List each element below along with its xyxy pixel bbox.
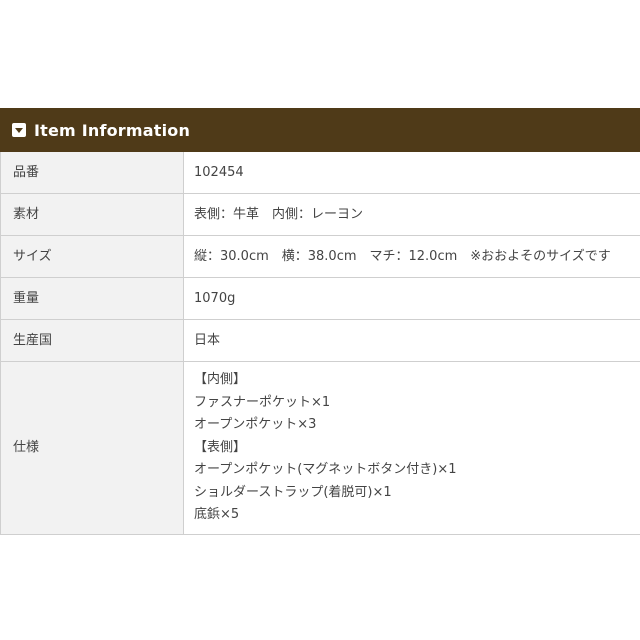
row-label: 重量 — [0, 277, 184, 320]
spec-line: 【内側】 — [194, 372, 247, 388]
table-row-item-number: 品番 102454 — [0, 152, 640, 194]
row-value-spec: 【内側】 ファスナーポケット×1 オープンポケット×3 【表側】 オープンポケッ… — [183, 361, 640, 535]
chevron-down-box-icon[interactable] — [12, 123, 26, 137]
table-row-size: サイズ 縦：30.0cm 横：38.0cm マチ：12.0cm ※おおよそのサイ… — [0, 235, 640, 278]
row-label: 素材 — [0, 193, 184, 236]
row-value: 表側：牛革 内側：レーヨン — [183, 193, 640, 236]
table-row-country: 生産国 日本 — [0, 319, 640, 362]
spec-line: 底鋲×5 — [194, 507, 240, 523]
spec-line: 【表側】 — [194, 439, 247, 455]
row-label: 品番 — [0, 152, 184, 194]
spec-line: オープンポケット×3 — [194, 417, 317, 433]
table-row-specification: 仕様 【内側】 ファスナーポケット×1 オープンポケット×3 【表側】 オープン… — [0, 361, 640, 535]
item-info-table: 品番 102454 素材 表側：牛革 内側：レーヨン サイズ 縦：30.0cm … — [0, 152, 640, 535]
row-value: 102454 — [183, 152, 640, 194]
row-label: 仕様 — [0, 361, 184, 535]
section-title: Item Information — [34, 120, 191, 140]
spec-line: オープンポケット(マグネットボタン付き)×1 — [194, 462, 457, 478]
row-value: 縦：30.0cm 横：38.0cm マチ：12.0cm ※おおよそのサイズです — [183, 235, 640, 278]
row-value: 1070g — [183, 277, 640, 320]
spec-line: ファスナーポケット×1 — [194, 394, 331, 410]
row-label: サイズ — [0, 235, 184, 278]
row-value: 日本 — [183, 319, 640, 362]
row-label: 生産国 — [0, 319, 184, 362]
table-row-material: 素材 表側：牛革 内側：レーヨン — [0, 193, 640, 236]
spec-line: ショルダーストラップ(着脱可)×1 — [194, 484, 392, 500]
item-information-panel: Item Information 品番 102454 素材 表側：牛革 内側：レ… — [0, 108, 640, 535]
item-information-header[interactable]: Item Information — [0, 108, 640, 152]
table-row-weight: 重量 1070g — [0, 277, 640, 320]
